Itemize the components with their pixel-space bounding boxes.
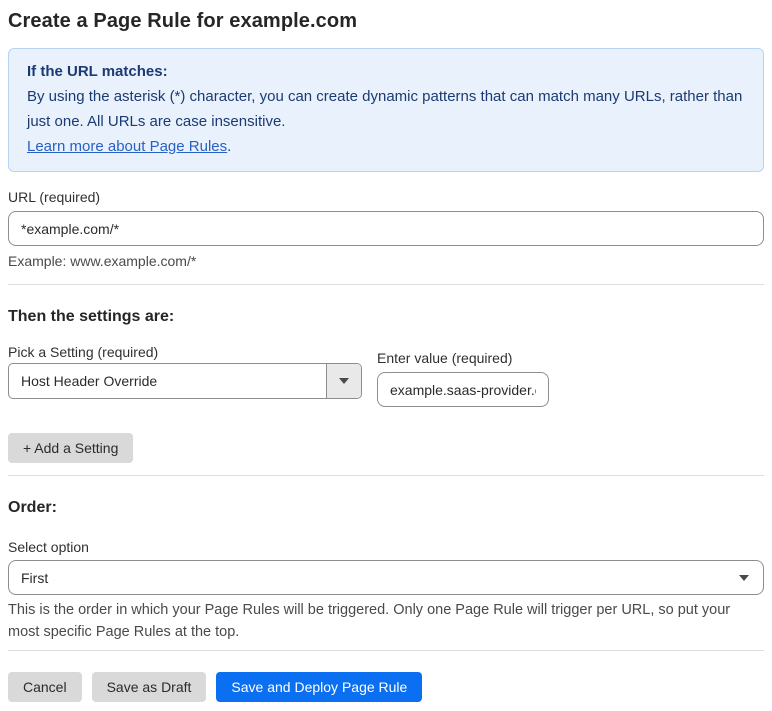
learn-more-link[interactable]: Learn more about Page Rules <box>27 138 227 155</box>
save-deploy-button[interactable]: Save and Deploy Page Rule <box>216 672 423 702</box>
pick-setting-label: Pick a Setting (required) <box>8 344 159 360</box>
pick-setting-selected-value: Host Header Override <box>21 373 158 389</box>
settings-heading: Then the settings are: <box>8 308 175 325</box>
save-draft-button[interactable]: Save as Draft <box>91 672 207 702</box>
pick-setting-dropdown-button[interactable] <box>326 364 361 398</box>
order-heading: Order: <box>8 499 57 516</box>
setting-value-input[interactable] <box>377 372 549 407</box>
info-box-link-line: Learn more about Page Rules. <box>27 134 745 159</box>
pick-setting-column: Pick a Setting (required) Host Header Ov… <box>8 335 362 407</box>
enter-value-column: Enter value (required) <box>377 341 549 407</box>
info-box-heading: If the URL matches: <box>27 63 168 80</box>
settings-row: Pick a Setting (required) Host Header Ov… <box>8 335 764 407</box>
order-select[interactable]: First <box>8 560 764 595</box>
url-matches-info-box: If the URL matches: By using the asteris… <box>8 48 764 172</box>
divider <box>8 284 764 285</box>
link-suffix: . <box>227 138 232 155</box>
divider <box>8 475 764 476</box>
info-box-body: By using the asterisk (*) character, you… <box>27 88 743 130</box>
chevron-down-icon <box>339 378 349 384</box>
form-actions: Cancel Save as Draft Save and Deploy Pag… <box>8 672 764 702</box>
enter-value-label: Enter value (required) <box>377 350 513 366</box>
url-input[interactable] <box>8 211 764 246</box>
page-rule-form: Create a Page Rule for example.com If th… <box>0 10 772 702</box>
order-selected-value: First <box>21 569 49 586</box>
page-title: Create a Page Rule for example.com <box>8 10 358 32</box>
divider <box>8 650 764 651</box>
url-label: URL (required) <box>8 189 101 205</box>
select-option-label: Select option <box>8 539 89 555</box>
chevron-down-icon <box>739 574 749 581</box>
cancel-button[interactable]: Cancel <box>8 672 82 702</box>
order-description: This is the order in which your Page Rul… <box>8 602 731 640</box>
add-setting-button[interactable]: + Add a Setting <box>8 433 134 463</box>
pick-setting-select[interactable]: Host Header Override <box>8 363 362 399</box>
url-example-hint: Example: www.example.com/* <box>8 253 197 269</box>
